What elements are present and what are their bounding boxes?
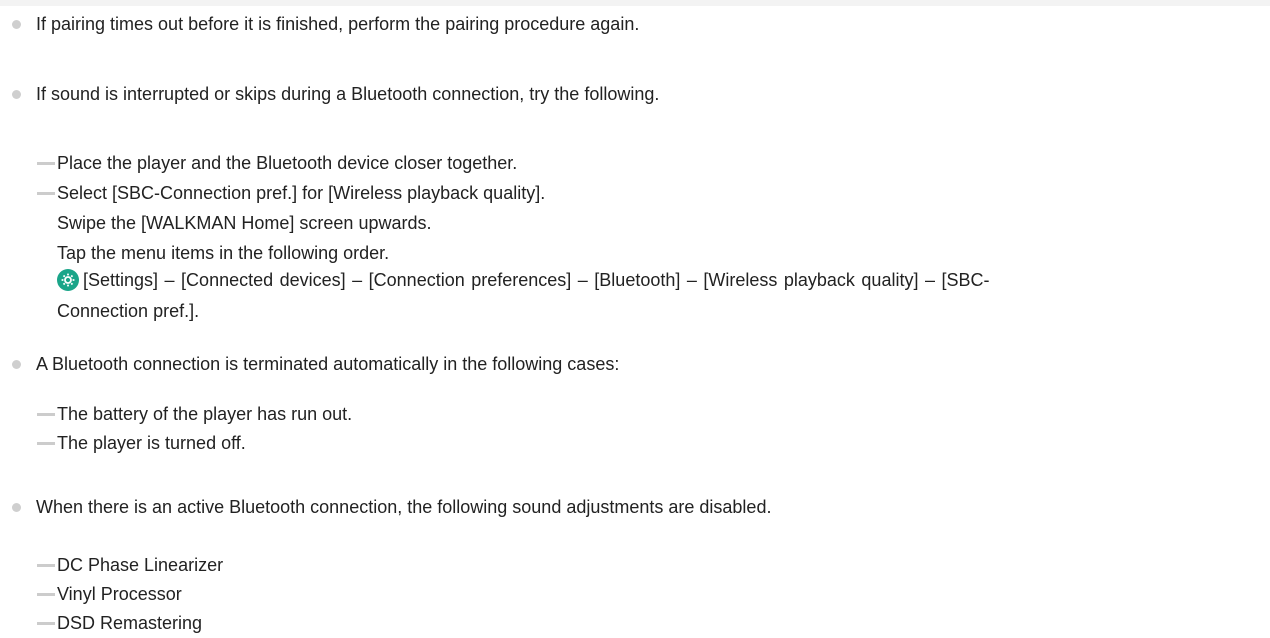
bullet-dot-icon <box>12 90 21 99</box>
bullet-dot-icon <box>12 360 21 369</box>
bullet-text: When there is an active Bluetooth connec… <box>36 497 772 517</box>
menu-path: [Settings] – [Connected devices] – [Conn… <box>57 265 1267 327</box>
bullet-text: A Bluetooth connection is terminated aut… <box>36 354 620 374</box>
top-divider <box>0 0 1270 6</box>
bullet-text: If pairing times out before it is finish… <box>36 14 640 34</box>
menu-path-text: [Settings] – [Connected devices] – [Conn… <box>83 270 990 290</box>
bullet-dot-icon <box>12 20 21 29</box>
dash-icon <box>37 192 55 195</box>
dash-icon <box>37 442 55 445</box>
sub-item-text: Select [SBC-Connection pref.] for [Wirel… <box>57 183 546 203</box>
step-text: Tap the menu items in the following orde… <box>57 243 390 263</box>
sub-item-text: The player is turned off. <box>57 433 246 453</box>
sub-item-text: DSD Remastering <box>57 613 203 633</box>
dash-icon <box>37 162 55 165</box>
bullet-dot-icon <box>12 503 21 512</box>
sub-item-text: DC Phase Linearizer <box>57 555 224 575</box>
dash-icon <box>37 622 55 625</box>
dash-icon <box>37 593 55 596</box>
settings-gear-icon <box>57 269 79 291</box>
dash-icon <box>37 564 55 567</box>
bullet-text: If sound is interrupted or skips during … <box>36 84 660 104</box>
sub-item-text: Vinyl Processor <box>57 584 182 604</box>
menu-path-text: Connection pref.]. <box>57 301 200 321</box>
step-text: Swipe the [WALKMAN Home] screen upwards. <box>57 213 432 233</box>
menu-path-line: Connection pref.]. <box>57 296 199 327</box>
sub-item-text: Place the player and the Bluetooth devic… <box>57 153 518 173</box>
dash-icon <box>37 413 55 416</box>
sub-item-text: The battery of the player has run out. <box>57 404 353 424</box>
